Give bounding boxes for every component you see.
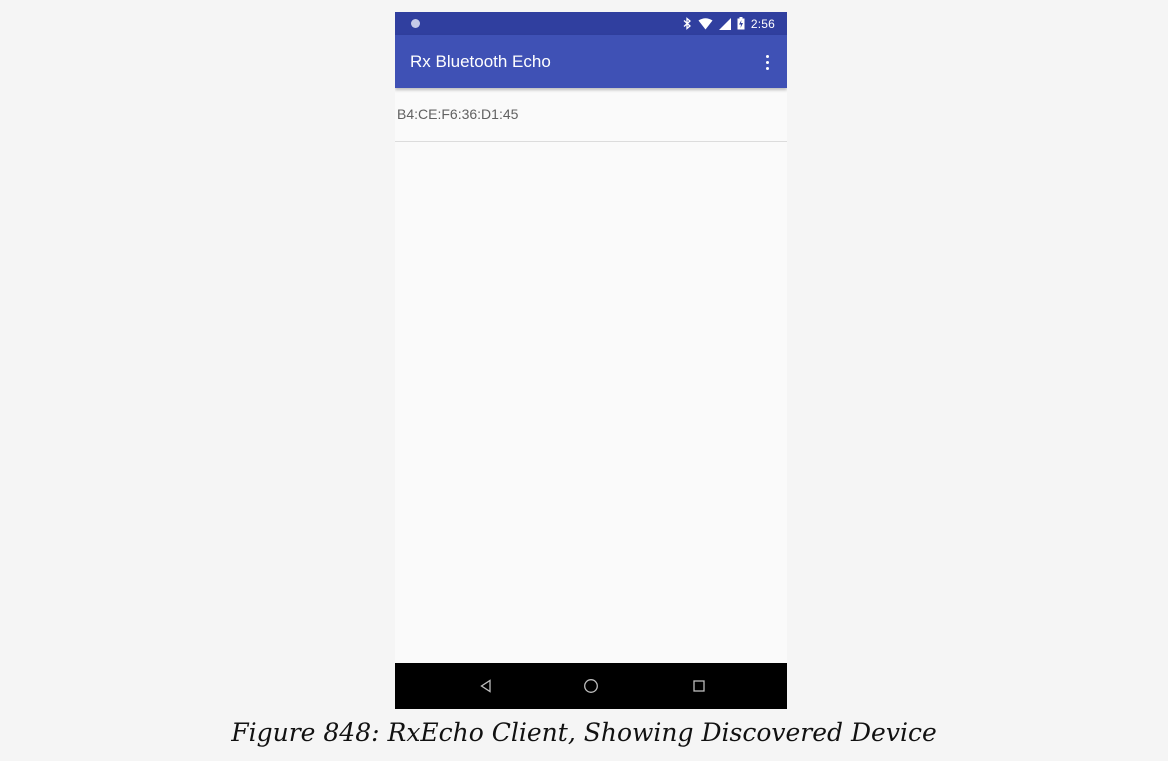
status-time: 2:56 xyxy=(750,16,775,31)
device-list: B4:CE:F6:36:D1:45 xyxy=(395,88,787,142)
overflow-menu-icon[interactable] xyxy=(755,47,779,77)
app-title: Rx Bluetooth Echo xyxy=(410,52,551,71)
back-icon[interactable] xyxy=(474,674,498,698)
app-bar: Rx Bluetooth Echo xyxy=(395,35,787,88)
recents-icon[interactable] xyxy=(687,674,711,698)
navigation-bar xyxy=(395,663,787,709)
cell-signal-icon xyxy=(718,17,731,30)
status-icons: 2:56 xyxy=(682,12,775,35)
home-icon[interactable] xyxy=(579,674,603,698)
status-bar: 2:56 xyxy=(395,12,787,35)
figure-caption: Figure 848: RxEcho Client, Showing Disco… xyxy=(231,718,937,747)
page: 2:56 Rx Bluetooth Echo B4:CE:F6:36:D1:45 xyxy=(0,0,1168,761)
wifi-icon xyxy=(698,17,713,30)
notification-dot-icon xyxy=(411,19,420,28)
battery-icon xyxy=(737,17,745,30)
list-item[interactable]: B4:CE:F6:36:D1:45 xyxy=(395,88,787,142)
device-address: B4:CE:F6:36:D1:45 xyxy=(397,106,519,122)
phone-screen: 2:56 Rx Bluetooth Echo B4:CE:F6:36:D1:45 xyxy=(395,12,787,709)
bluetooth-icon xyxy=(682,17,692,30)
